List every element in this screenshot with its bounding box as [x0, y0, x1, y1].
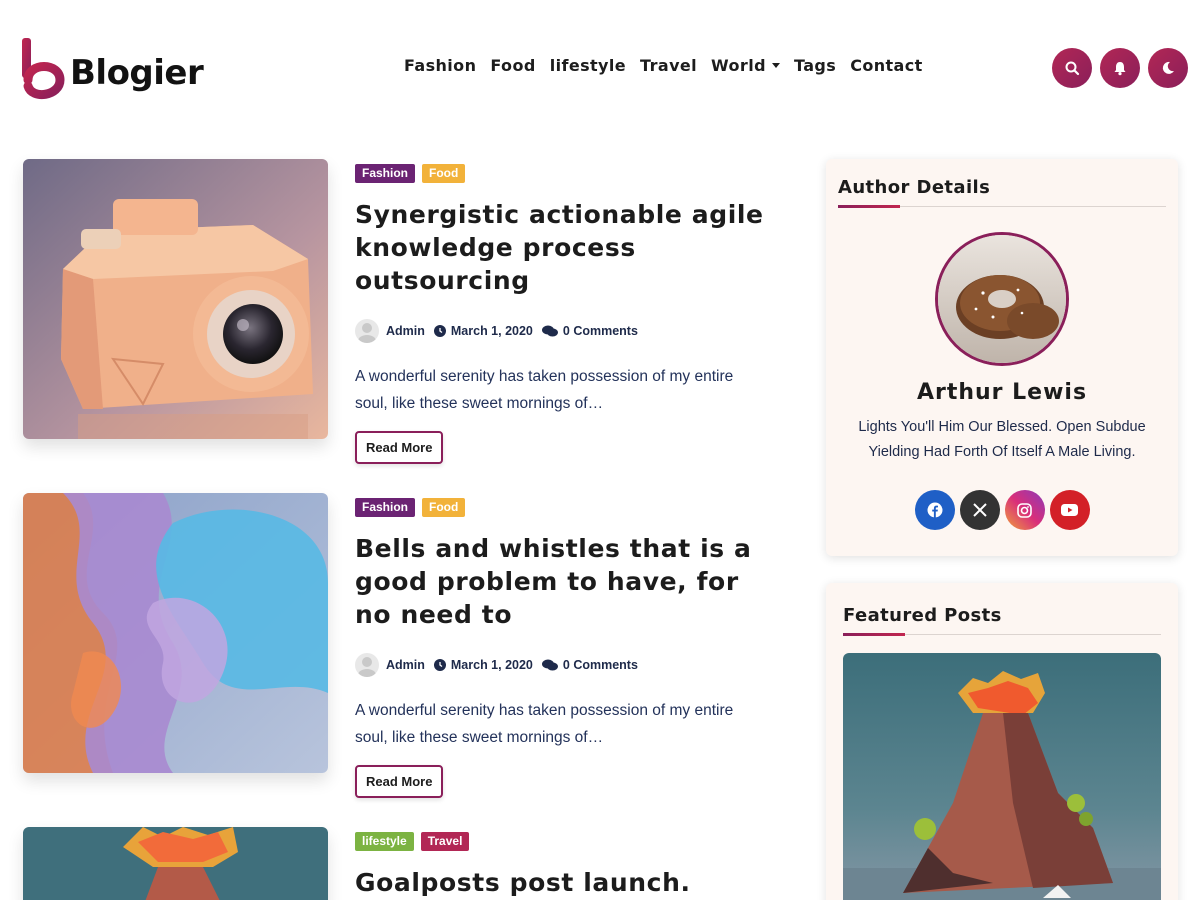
x-icon	[972, 503, 987, 517]
post-image-volcano[interactable]	[23, 827, 328, 900]
tag-food[interactable]: Food	[422, 498, 466, 517]
post-date[interactable]: March 1, 2020	[433, 324, 533, 338]
tag-fashion[interactable]: Fashion	[355, 498, 416, 517]
clock-icon	[433, 325, 446, 337]
main-nav: Fashion Food lifestyle Travel World Tags…	[404, 56, 923, 75]
widget-title: Featured Posts	[843, 605, 1002, 626]
facebook-link[interactable]	[914, 490, 955, 530]
youtube-link[interactable]	[1049, 490, 1090, 530]
author-avatar-icon	[355, 319, 379, 343]
post-comments[interactable]: 0 Comments	[541, 658, 638, 672]
widget-divider	[843, 633, 1161, 636]
chevron-down-icon	[771, 63, 780, 68]
post-image-smoke[interactable]	[23, 493, 328, 773]
post-body: Fashion Food Bells and whistles that is …	[355, 493, 775, 798]
bell-icon	[1114, 62, 1126, 76]
post-tags: Fashion Food	[355, 498, 775, 517]
instagram-icon	[1017, 502, 1032, 518]
dark-mode-button[interactable]	[1148, 48, 1188, 88]
tag-travel[interactable]: Travel	[420, 832, 470, 851]
widget-title: Author Details	[838, 177, 991, 198]
facebook-icon	[927, 502, 942, 518]
tag-lifestyle[interactable]: lifestyle	[355, 832, 414, 851]
featured-posts-widget: Featured Posts	[826, 583, 1178, 900]
logo-mark-icon	[22, 38, 66, 100]
search-icon	[1065, 61, 1080, 76]
author-name: Arthur Lewis	[916, 380, 1088, 405]
widget-divider	[838, 205, 1166, 208]
post-body: lifestyle Travel Goalposts post launch. …	[355, 827, 775, 900]
instagram-link[interactable]	[1004, 490, 1045, 530]
post-title[interactable]: Goalposts post launch. Regroup	[355, 866, 775, 900]
post-card: lifestyle Travel Goalposts post launch. …	[23, 827, 783, 900]
nav-item-lifestyle[interactable]: lifestyle	[550, 56, 626, 75]
post-card: Fashion Food Bells and whistles that is …	[23, 493, 783, 798]
post-excerpt: A wonderful serenity has taken possessio…	[355, 368, 734, 412]
read-more-button[interactable]: Read More	[355, 765, 444, 798]
tag-fashion[interactable]: Fashion	[355, 164, 416, 183]
header-actions	[1052, 48, 1188, 88]
nav-item-world[interactable]: World	[711, 56, 780, 75]
author-avatar[interactable]	[935, 232, 1069, 366]
post-tags: Fashion Food	[355, 164, 775, 183]
clock-icon	[433, 659, 446, 671]
post-title[interactable]: Bells and whistles that is a good proble…	[355, 532, 775, 631]
nav-item-fashion[interactable]: Fashion	[404, 56, 476, 75]
comments-icon	[541, 659, 558, 671]
tag-food[interactable]: Food	[422, 164, 466, 183]
post-meta: Admin March 1, 2020 0 Comments	[355, 653, 775, 677]
post-date[interactable]: March 1, 2020	[433, 658, 533, 672]
post-card: Fashion Food Synergistic actionable agil…	[23, 159, 783, 464]
social-links	[826, 490, 1178, 530]
notifications-button[interactable]	[1100, 48, 1140, 88]
featured-post-image[interactable]	[843, 653, 1161, 900]
youtube-icon	[1061, 504, 1078, 516]
site-logo[interactable]: Blogier	[22, 38, 204, 100]
post-image-camera[interactable]	[23, 159, 328, 439]
nav-item-tags[interactable]: Tags	[794, 56, 836, 75]
read-more-button[interactable]: Read More	[355, 431, 444, 464]
post-author[interactable]: Admin	[386, 658, 425, 672]
post-meta: Admin March 1, 2020 0 Comments	[355, 319, 775, 343]
nav-item-contact[interactable]: Contact	[850, 56, 923, 75]
x-link[interactable]	[959, 490, 1000, 530]
nav-item-travel[interactable]: Travel	[640, 56, 697, 75]
comments-icon	[541, 325, 558, 337]
author-bio: Lights You'll Him Our Blessed. Open Subd…	[858, 419, 1146, 460]
post-author[interactable]: Admin	[386, 324, 425, 338]
post-title[interactable]: Synergistic actionable agile knowledge p…	[355, 198, 775, 297]
search-button[interactable]	[1052, 48, 1092, 88]
post-comments[interactable]: 0 Comments	[541, 324, 638, 338]
logo-text: Blogier	[70, 53, 204, 93]
post-body: Fashion Food Synergistic actionable agil…	[355, 159, 775, 464]
author-widget: Author Details Arthur Lewis Lights You'l…	[826, 159, 1178, 556]
author-avatar-icon	[355, 653, 379, 677]
post-excerpt: A wonderful serenity has taken possessio…	[355, 702, 734, 746]
moon-icon	[1162, 61, 1174, 74]
post-tags: lifestyle Travel	[355, 832, 775, 851]
nav-item-food[interactable]: Food	[490, 56, 535, 75]
